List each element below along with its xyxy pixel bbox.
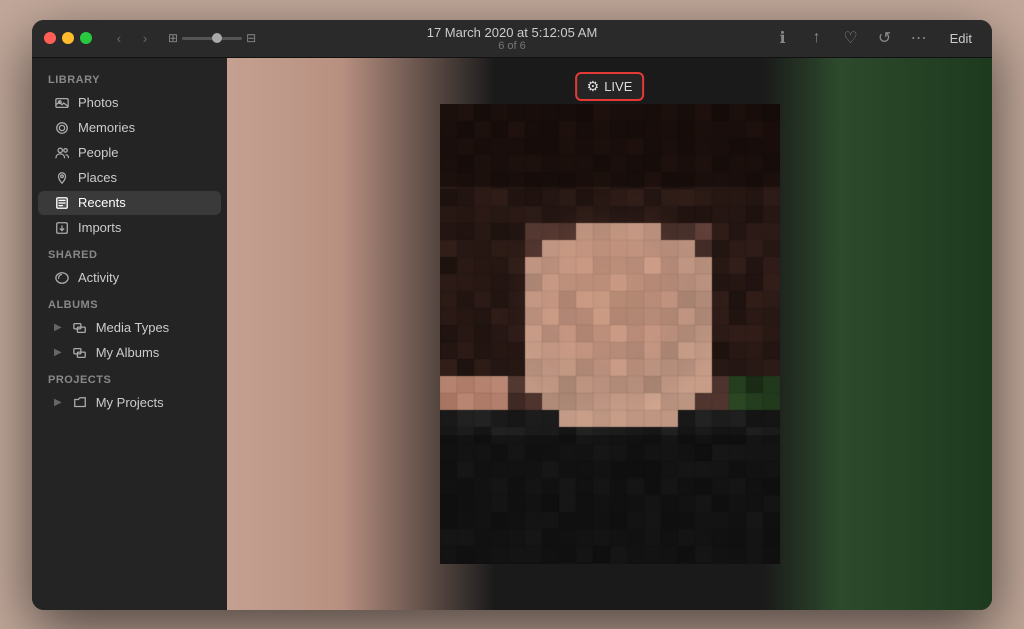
my-projects-label: My Projects xyxy=(96,395,164,410)
photo-area: ⚙ LIVE xyxy=(227,58,992,610)
shared-header: Shared xyxy=(32,241,227,265)
photos-icon xyxy=(54,95,70,111)
my-albums-icon xyxy=(72,345,88,361)
sidebar-item-memories[interactable]: Memories xyxy=(38,116,221,140)
expand-arrow-projects: ▶ xyxy=(54,397,62,408)
activity-icon xyxy=(54,270,70,286)
edit-button[interactable]: Edit xyxy=(942,29,980,48)
places-label: Places xyxy=(78,170,117,185)
my-albums-label: My Albums xyxy=(96,345,160,360)
app-window: ‹ › ⊞ ⊟ 17 March 2020 at 5:12:05 AM 6 of… xyxy=(32,20,992,610)
recents-label: Recents xyxy=(78,195,126,210)
window-title: 17 March 2020 at 5:12:05 AM xyxy=(427,25,598,40)
memories-label: Memories xyxy=(78,120,135,135)
sidebar-item-people[interactable]: People xyxy=(38,141,221,165)
expand-arrow-media: ▶ xyxy=(54,322,62,333)
zoom-slider-area: ⊞ ⊟ xyxy=(168,31,256,45)
sidebar-item-my-albums[interactable]: ▶ My Albums xyxy=(38,341,221,365)
info-button[interactable]: ℹ xyxy=(772,27,794,49)
more-button[interactable]: ⋯ xyxy=(908,27,930,49)
titlebar: ‹ › ⊞ ⊟ 17 March 2020 at 5:12:05 AM 6 of… xyxy=(32,20,992,58)
people-label: People xyxy=(78,145,118,160)
rotate-button[interactable]: ↺ xyxy=(874,27,896,49)
photo-count: 6 of 6 xyxy=(427,40,598,52)
photo-container xyxy=(440,104,780,564)
places-icon xyxy=(54,170,70,186)
titlebar-center: 17 March 2020 at 5:12:05 AM 6 of 6 xyxy=(427,25,598,52)
heart-button[interactable]: ♡ xyxy=(840,27,862,49)
sidebar-item-my-projects[interactable]: ▶ My Projects xyxy=(38,391,221,415)
sidebar: Library Photos Memories People xyxy=(32,58,227,610)
media-types-icon xyxy=(72,320,88,336)
media-types-label: Media Types xyxy=(96,320,169,335)
imports-label: Imports xyxy=(78,220,121,235)
my-projects-icon xyxy=(72,395,88,411)
sidebar-item-photos[interactable]: Photos xyxy=(38,91,221,115)
forward-button[interactable]: › xyxy=(134,27,156,49)
close-button[interactable] xyxy=(44,32,56,44)
expand-arrow-albums: ▶ xyxy=(54,347,62,358)
photos-label: Photos xyxy=(78,95,118,110)
zoom-slider[interactable] xyxy=(182,37,242,40)
grid-small-icon: ⊞ xyxy=(168,31,178,45)
slider-thumb xyxy=(212,33,222,43)
titlebar-right: ℹ ↑ ♡ ↺ ⋯ Edit xyxy=(772,27,980,49)
sidebar-item-places[interactable]: Places xyxy=(38,166,221,190)
titlebar-left: ‹ › ⊞ ⊟ xyxy=(44,27,256,49)
recents-icon xyxy=(54,195,70,211)
memories-icon xyxy=(54,120,70,136)
projects-header: Projects xyxy=(32,366,227,390)
activity-label: Activity xyxy=(78,270,119,285)
albums-header: Albums xyxy=(32,291,227,315)
live-label: LIVE xyxy=(604,79,632,94)
maximize-button[interactable] xyxy=(80,32,92,44)
back-button[interactable]: ‹ xyxy=(108,27,130,49)
sidebar-item-media-types[interactable]: ▶ Media Types xyxy=(38,316,221,340)
people-icon xyxy=(54,145,70,161)
sidebar-item-recents[interactable]: Recents xyxy=(38,191,221,215)
minimize-button[interactable] xyxy=(62,32,74,44)
grid-large-icon: ⊟ xyxy=(246,31,256,45)
nav-buttons: ‹ › xyxy=(108,27,156,49)
sidebar-item-imports[interactable]: Imports xyxy=(38,216,221,240)
imports-icon xyxy=(54,220,70,236)
library-header: Library xyxy=(32,66,227,90)
sidebar-item-activity[interactable]: Activity xyxy=(38,266,221,290)
photo-canvas xyxy=(440,104,780,564)
live-badge[interactable]: ⚙ LIVE xyxy=(575,72,645,101)
main-content: Library Photos Memories People xyxy=(32,58,992,610)
traffic-lights xyxy=(44,32,92,44)
live-gear-icon: ⚙ xyxy=(587,78,600,95)
share-button[interactable]: ↑ xyxy=(806,27,828,49)
